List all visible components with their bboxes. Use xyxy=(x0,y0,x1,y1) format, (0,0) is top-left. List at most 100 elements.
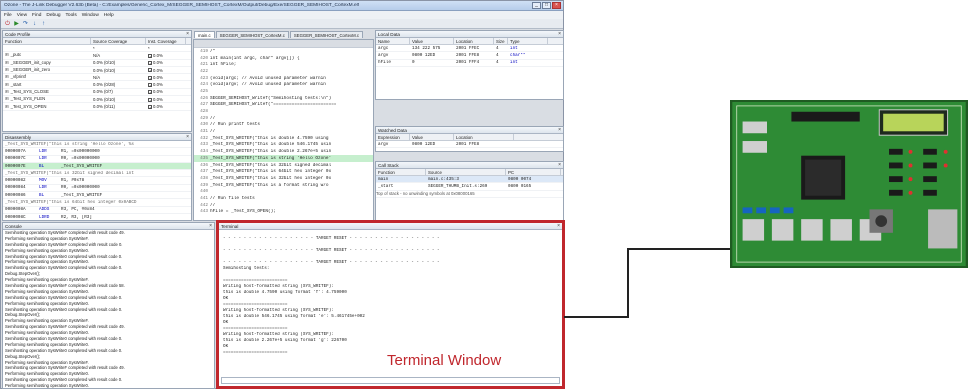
code-line[interactable]: 421 int hFile; xyxy=(194,61,373,68)
column-header[interactable]: Size xyxy=(494,38,508,44)
table-row[interactable]: argv 0800 12ED 2001 FFE8 4 char** xyxy=(376,52,563,60)
menu-help[interactable]: Help xyxy=(104,13,114,18)
close-icon[interactable]: × xyxy=(558,31,561,37)
title-bar[interactable]: Ozone - The J-Link Debugger V2.63b (Beta… xyxy=(1,1,563,11)
code-line[interactable]: 435 _Test_SYS_WRITEF("this is string 'He… xyxy=(194,155,373,162)
code-line[interactable]: 427 SEGGER_SEMIHOST_Writef("============… xyxy=(194,102,373,109)
table-row[interactable]: ⊞ _Test_SYS_OPEN 0.0% (0/11) ✓0.0% xyxy=(3,103,191,111)
code-line[interactable]: 419/* xyxy=(194,48,373,55)
table-row[interactable]: main main.c:435:3 0800 0074 xyxy=(376,176,563,184)
table-row[interactable]: ⊞ _Test_SYS_FLEN 0.0% (0/10) ✓0.0% xyxy=(3,96,191,104)
code-line[interactable]: 432 _Test_SYS_WRITEF("this is double 4.7… xyxy=(194,135,373,142)
column-header[interactable]: Source xyxy=(426,169,506,175)
menu-find[interactable]: Find xyxy=(32,13,41,18)
disassembly-row[interactable]: 0000007A LDR R1, =0x00000000 xyxy=(3,148,191,156)
column-header[interactable]: Function xyxy=(3,38,91,44)
checkbox[interactable]: ✓ xyxy=(148,90,152,94)
code-line[interactable]: 439 _Test_SYS_WRITEF("this is a format s… xyxy=(194,182,373,189)
code-line[interactable]: 420 int main(int argc, char* argv[]) { xyxy=(194,55,373,62)
close-icon[interactable]: × xyxy=(558,127,561,133)
step-over-icon[interactable]: ↷ xyxy=(22,20,29,27)
checkbox[interactable]: ✓ xyxy=(148,104,152,109)
column-header[interactable]: Type xyxy=(508,38,548,44)
code-line[interactable]: 423 (void)argc; // Avoid unused paramete… xyxy=(194,75,373,82)
expand-icon[interactable]: ⊞ xyxy=(5,89,9,94)
code-line[interactable]: 443 hFile = _Test_SYS_OPEN(); xyxy=(194,209,373,216)
close-icon[interactable]: × xyxy=(558,162,561,168)
table-row[interactable]: hFile 0 2001 FFF4 4 int xyxy=(376,60,563,67)
menu-debug[interactable]: Debug xyxy=(46,13,60,18)
table-row[interactable]: ⊞ _start 0.0% (0/28) ✓0.0% xyxy=(3,81,191,89)
menu-file[interactable]: File xyxy=(4,13,12,18)
close-icon[interactable]: × xyxy=(557,223,560,229)
code-line[interactable]: 442 // xyxy=(194,202,373,209)
maximize-button[interactable]: □ xyxy=(542,2,551,9)
checkbox[interactable]: ✓ xyxy=(148,75,152,80)
close-icon[interactable]: × xyxy=(209,223,212,229)
code-line[interactable]: 431 // xyxy=(194,128,373,135)
disassembly-row[interactable]: 00000084 LDR R0, =0x00000000 xyxy=(3,185,191,193)
expand-icon[interactable]: ⊞ xyxy=(5,82,9,87)
checkbox[interactable]: ✓ xyxy=(148,61,152,65)
expand-icon[interactable]: ⊞ xyxy=(5,52,9,57)
table-row[interactable]: * * xyxy=(3,45,191,53)
expand-icon[interactable]: ⊞ xyxy=(5,60,9,65)
column-header[interactable]: Location xyxy=(454,38,494,44)
terminal-input[interactable] xyxy=(221,377,560,384)
code-line[interactable]: 441 // Run file tests xyxy=(194,195,373,202)
table-row[interactable]: ⊞ _SEGGER_init_copy 0.0% (0/10) ✓0.0% xyxy=(3,60,191,67)
expand-icon[interactable]: ⊞ xyxy=(5,104,9,109)
tab-semihost-c-2[interactable]: SEGGER_SEMIHOST_CortexM.c xyxy=(289,31,364,38)
code-line[interactable]: 426 SEGGER_SEMIHOST_Writef("Semihosting … xyxy=(194,95,373,102)
checkbox[interactable]: ✓ xyxy=(148,82,152,87)
column-header[interactable]: Location xyxy=(454,134,514,140)
disassembly-row[interactable]: 0000007C LDR R0, =0x00000000 xyxy=(3,156,191,163)
column-header[interactable]: PC xyxy=(506,169,561,175)
disassembly-row[interactable]: _Test_SYS_WRITEF("this is 64bit hex inte… xyxy=(3,199,191,207)
code-line[interactable]: 433 _Test_SYS_WRITEF("this is double 546… xyxy=(194,142,373,149)
play-icon[interactable]: ▶ xyxy=(13,20,20,27)
disassembly-row[interactable]: 0000008C LDRD R2, R3, [R3] xyxy=(3,214,191,220)
table-row[interactable]: argv 0800 12ED 2001 FFE8 xyxy=(376,141,563,149)
expand-icon[interactable]: ⊞ xyxy=(5,67,9,72)
code-line[interactable]: 437 _Test_SYS_WRITEF("this is 64bit hex … xyxy=(194,168,373,175)
code-line[interactable]: 429 // xyxy=(194,115,373,122)
checkbox[interactable]: ✓ xyxy=(148,97,152,102)
close-icon[interactable]: × xyxy=(186,31,189,37)
column-header[interactable]: Function xyxy=(376,169,426,175)
column-header[interactable]: Name xyxy=(376,38,410,44)
expand-icon[interactable]: ⊞ xyxy=(5,96,9,101)
code-line[interactable]: 428 xyxy=(194,108,373,115)
code-line[interactable]: 436 _Test_SYS_WRITEF("this is 32bit sign… xyxy=(194,162,373,169)
tab-semihost-c[interactable]: SEGGER_SEMIHOST_CortexM.c xyxy=(215,31,289,38)
code-line[interactable]: 425 xyxy=(194,88,373,95)
code-line[interactable]: 422 xyxy=(194,68,373,75)
menu-tools[interactable]: Tools xyxy=(66,13,77,18)
menu-view[interactable]: View xyxy=(17,13,27,18)
tab-main-c[interactable]: main.c xyxy=(194,31,215,38)
menu-window[interactable]: Window xyxy=(82,13,99,18)
column-header[interactable]: Value xyxy=(410,134,454,140)
close-button[interactable]: × xyxy=(552,2,561,9)
code-line[interactable]: 424 (void)argv; // Avoid unused paramete… xyxy=(194,81,373,88)
table-row[interactable]: ⊞ _putc N/A ✓0.0% xyxy=(3,52,191,60)
code-line[interactable]: 438 _Test_SYS_WRITEF("this is 32bit hex … xyxy=(194,175,373,182)
step-out-icon[interactable]: ↑ xyxy=(40,20,47,27)
disassembly-row[interactable]: _Test_SYS_WRITEF("this is string 'Hello … xyxy=(3,141,191,149)
checkbox[interactable]: ✓ xyxy=(148,53,152,58)
table-row[interactable]: argc 134 222 575 2001 FFEC 4 int xyxy=(376,45,563,53)
close-icon[interactable]: × xyxy=(186,134,189,140)
table-row[interactable]: ⊞ _SEGGER_init_zero 0.0% (0/10) ✓0.0% xyxy=(3,67,191,75)
checkbox[interactable]: ✓ xyxy=(148,68,152,73)
code-line[interactable]: 440 xyxy=(194,188,373,195)
table-row[interactable]: _start SEGGER_THUMB_Init.s:269 0800 0165 xyxy=(376,183,563,191)
table-row[interactable]: ⊞ _Test_SYS_CLOSE 0.0% (0/7) ✓0.0% xyxy=(3,89,191,97)
column-header[interactable]: Inst. Coverage xyxy=(146,38,186,44)
disassembly-row[interactable]: 00000082 MOV R1, #0x78 xyxy=(3,177,191,185)
column-header[interactable]: Source Coverage xyxy=(91,38,146,44)
table-row[interactable]: ⊞ _vfprintf N/A ✓0.0% xyxy=(3,74,191,82)
disassembly-row[interactable]: _Test_SYS_WRITEF("this is 32bit signed d… xyxy=(3,170,191,178)
disassembly-row[interactable]: 0000007E BL _Test_SYS_WRITEF xyxy=(3,162,191,171)
column-header[interactable]: Expression xyxy=(376,134,410,140)
power-icon[interactable]: ⏻ xyxy=(4,20,11,27)
